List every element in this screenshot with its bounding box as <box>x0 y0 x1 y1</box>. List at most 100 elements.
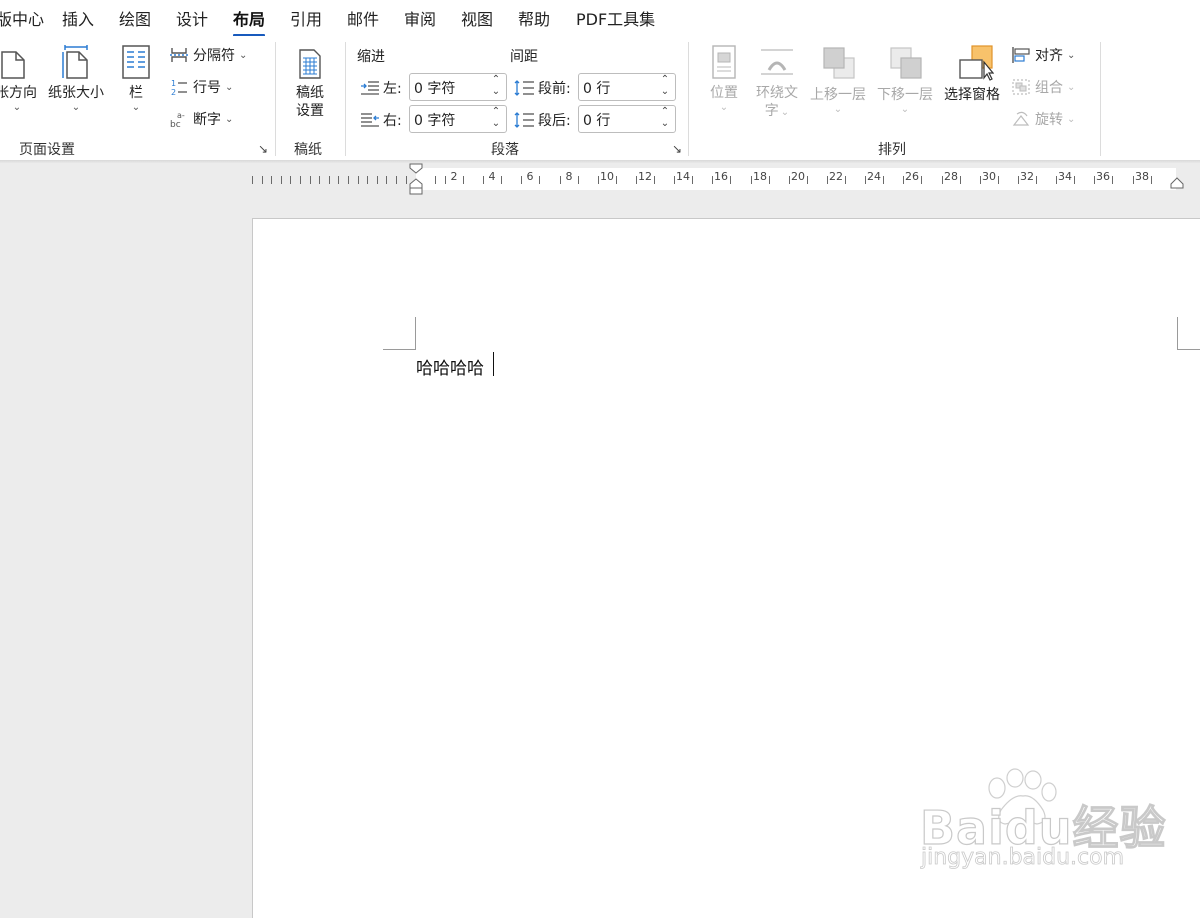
group-divider <box>345 42 346 156</box>
spacing-after-label: 段后: <box>513 110 571 130</box>
ruler-tick <box>921 176 922 184</box>
position-icon <box>712 45 736 79</box>
ruler-tick <box>883 176 884 184</box>
ruler-tick <box>262 176 263 184</box>
crop-mark <box>1177 317 1178 350</box>
tab-references[interactable]: 引用 <box>290 6 322 30</box>
rotate-button[interactable]: 旋转 ⌄ <box>1011 109 1075 129</box>
ruler-number: 32 <box>1020 170 1034 183</box>
tab-pdf-tools[interactable]: PDF工具集 <box>576 6 655 30</box>
spacing-after-input[interactable]: 0 行 ⌃ ⌄ <box>578 105 676 133</box>
ruler-number: 22 <box>829 170 843 183</box>
page-setup-dialog-launcher-icon[interactable]: ↘ <box>258 142 268 156</box>
indent-left-text: 左: <box>383 81 402 97</box>
orientation-button[interactable]: 张方向 ⌄ <box>0 44 40 114</box>
spacing-before-label: 段前: <box>513 78 571 98</box>
send-backward-label: 下移一层 <box>877 87 933 103</box>
tab-draw[interactable]: 绘图 <box>119 6 151 30</box>
columns-icon <box>122 45 150 79</box>
indent-left-icon <box>361 81 379 95</box>
document-body-text[interactable]: 哈哈哈哈 <box>416 354 484 379</box>
spinner-arrows-icon[interactable]: ⌃ ⌄ <box>490 106 502 132</box>
line-numbers-button[interactable]: 1 2 行号 ⌄ <box>169 77 233 97</box>
align-icon <box>1012 47 1030 63</box>
tab-review-center[interactable]: 版中心 <box>0 6 44 30</box>
selection-pane-button[interactable]: 选择窗格 <box>940 44 1004 104</box>
text-cursor <box>493 352 494 376</box>
chevron-down-icon: ⌄ <box>12 102 22 113</box>
indent-right-input[interactable]: 0 字符 ⌃ ⌄ <box>409 105 507 133</box>
group-objects-button[interactable]: 组合 ⌄ <box>1011 77 1075 97</box>
ruler-tick <box>960 176 961 184</box>
ruler-number: 12 <box>638 170 652 183</box>
spacing-before-input[interactable]: 0 行 ⌃ ⌄ <box>578 73 676 101</box>
ruler-tick <box>319 176 320 184</box>
ruler-tick <box>598 176 599 184</box>
hyphenation-label: 断字 <box>193 112 221 128</box>
right-indent-marker-icon[interactable] <box>1170 176 1184 190</box>
ruler-number: 10 <box>600 170 614 183</box>
ruler-number: 6 <box>526 170 534 183</box>
group-divider <box>275 42 276 156</box>
manuscript-settings-button[interactable]: 稿纸 设置 <box>288 48 332 120</box>
spinner-arrows-icon[interactable]: ⌃ ⌄ <box>659 74 671 100</box>
tab-help[interactable]: 帮助 <box>518 6 550 30</box>
ruler-tick <box>358 176 359 184</box>
spinner-arrows-icon[interactable]: ⌃ ⌄ <box>490 74 502 100</box>
ruler-tick <box>865 176 866 184</box>
send-backward-button[interactable]: 下移一层 ⌄ <box>873 44 937 116</box>
manuscript-label-line1: 稿纸 <box>296 85 324 101</box>
ruler-tick <box>692 176 693 184</box>
ribbon: 张方向 ⌄ 纸张大小 ⌄ 栏 ⌄ 分隔符 ⌄ 1 2 行号 ⌄ a- bc 断字… <box>0 36 1200 162</box>
align-button[interactable]: 对齐 ⌄ <box>1011 45 1075 65</box>
tab-review[interactable]: 审阅 <box>404 6 436 30</box>
svg-text:2: 2 <box>171 88 176 96</box>
tab-view[interactable]: 视图 <box>461 6 493 30</box>
size-button[interactable]: 纸张大小 ⌄ <box>45 44 107 114</box>
ruler-tick <box>1133 176 1134 184</box>
bring-forward-button[interactable]: 上移一层 ⌄ <box>806 44 870 116</box>
breaks-button[interactable]: 分隔符 ⌄ <box>169 45 247 65</box>
chevron-down-icon: ⌄ <box>1067 113 1076 125</box>
indent-marker-icon[interactable] <box>408 163 424 195</box>
wrap-text-label-line1: 环绕文 <box>756 85 798 101</box>
ruler-number: 28 <box>944 170 958 183</box>
indent-right-icon <box>361 113 379 127</box>
ruler-tick <box>807 176 808 184</box>
ruler-tick <box>827 176 828 184</box>
hyphenation-button[interactable]: a- bc 断字 ⌄ <box>169 109 233 129</box>
position-button[interactable]: 位置 ⌄ <box>703 44 745 114</box>
wrap-text-button[interactable]: 环绕文 字 ⌄ <box>752 44 802 120</box>
hyphenation-icon: a- bc <box>170 111 185 128</box>
chevron-down-icon: ⌄ <box>239 49 248 61</box>
tab-insert[interactable]: 插入 <box>62 6 94 30</box>
manuscript-label-line2: 设置 <box>296 103 324 119</box>
tab-mailings[interactable]: 邮件 <box>347 6 379 30</box>
tab-design[interactable]: 设计 <box>176 6 208 30</box>
ruler-tick <box>252 176 253 184</box>
tab-layout[interactable]: 布局 <box>233 6 266 37</box>
columns-button[interactable]: 栏 ⌄ <box>118 44 154 114</box>
chevron-down-icon: ⌄ <box>900 104 910 115</box>
indent-right-label: 右: <box>360 110 402 130</box>
ruler-number: 34 <box>1058 170 1072 183</box>
ruler-tick <box>348 176 349 184</box>
ruler-tick <box>751 176 752 184</box>
size-label: 纸张大小 <box>48 85 104 101</box>
ruler-tick <box>980 176 981 184</box>
indent-left-input[interactable]: 0 字符 ⌃ ⌄ <box>409 73 507 101</box>
ruler-tick <box>1056 176 1057 184</box>
ruler-tick <box>329 176 330 184</box>
chevron-down-icon: ⌄ <box>719 102 729 113</box>
crop-mark <box>415 317 416 350</box>
ruler-tick <box>616 176 617 184</box>
ruler-tick <box>712 176 713 184</box>
send-backward-icon <box>890 47 922 79</box>
ruler-tick <box>483 176 484 184</box>
spacing-after-text: 段后: <box>538 113 571 129</box>
ruler-tick <box>845 176 846 184</box>
ruler-tick <box>942 176 943 184</box>
spinner-arrows-icon[interactable]: ⌃ ⌄ <box>659 106 671 132</box>
spacing-before-text: 段前: <box>538 81 571 97</box>
paragraph-dialog-launcher-icon[interactable]: ↘ <box>672 142 682 156</box>
